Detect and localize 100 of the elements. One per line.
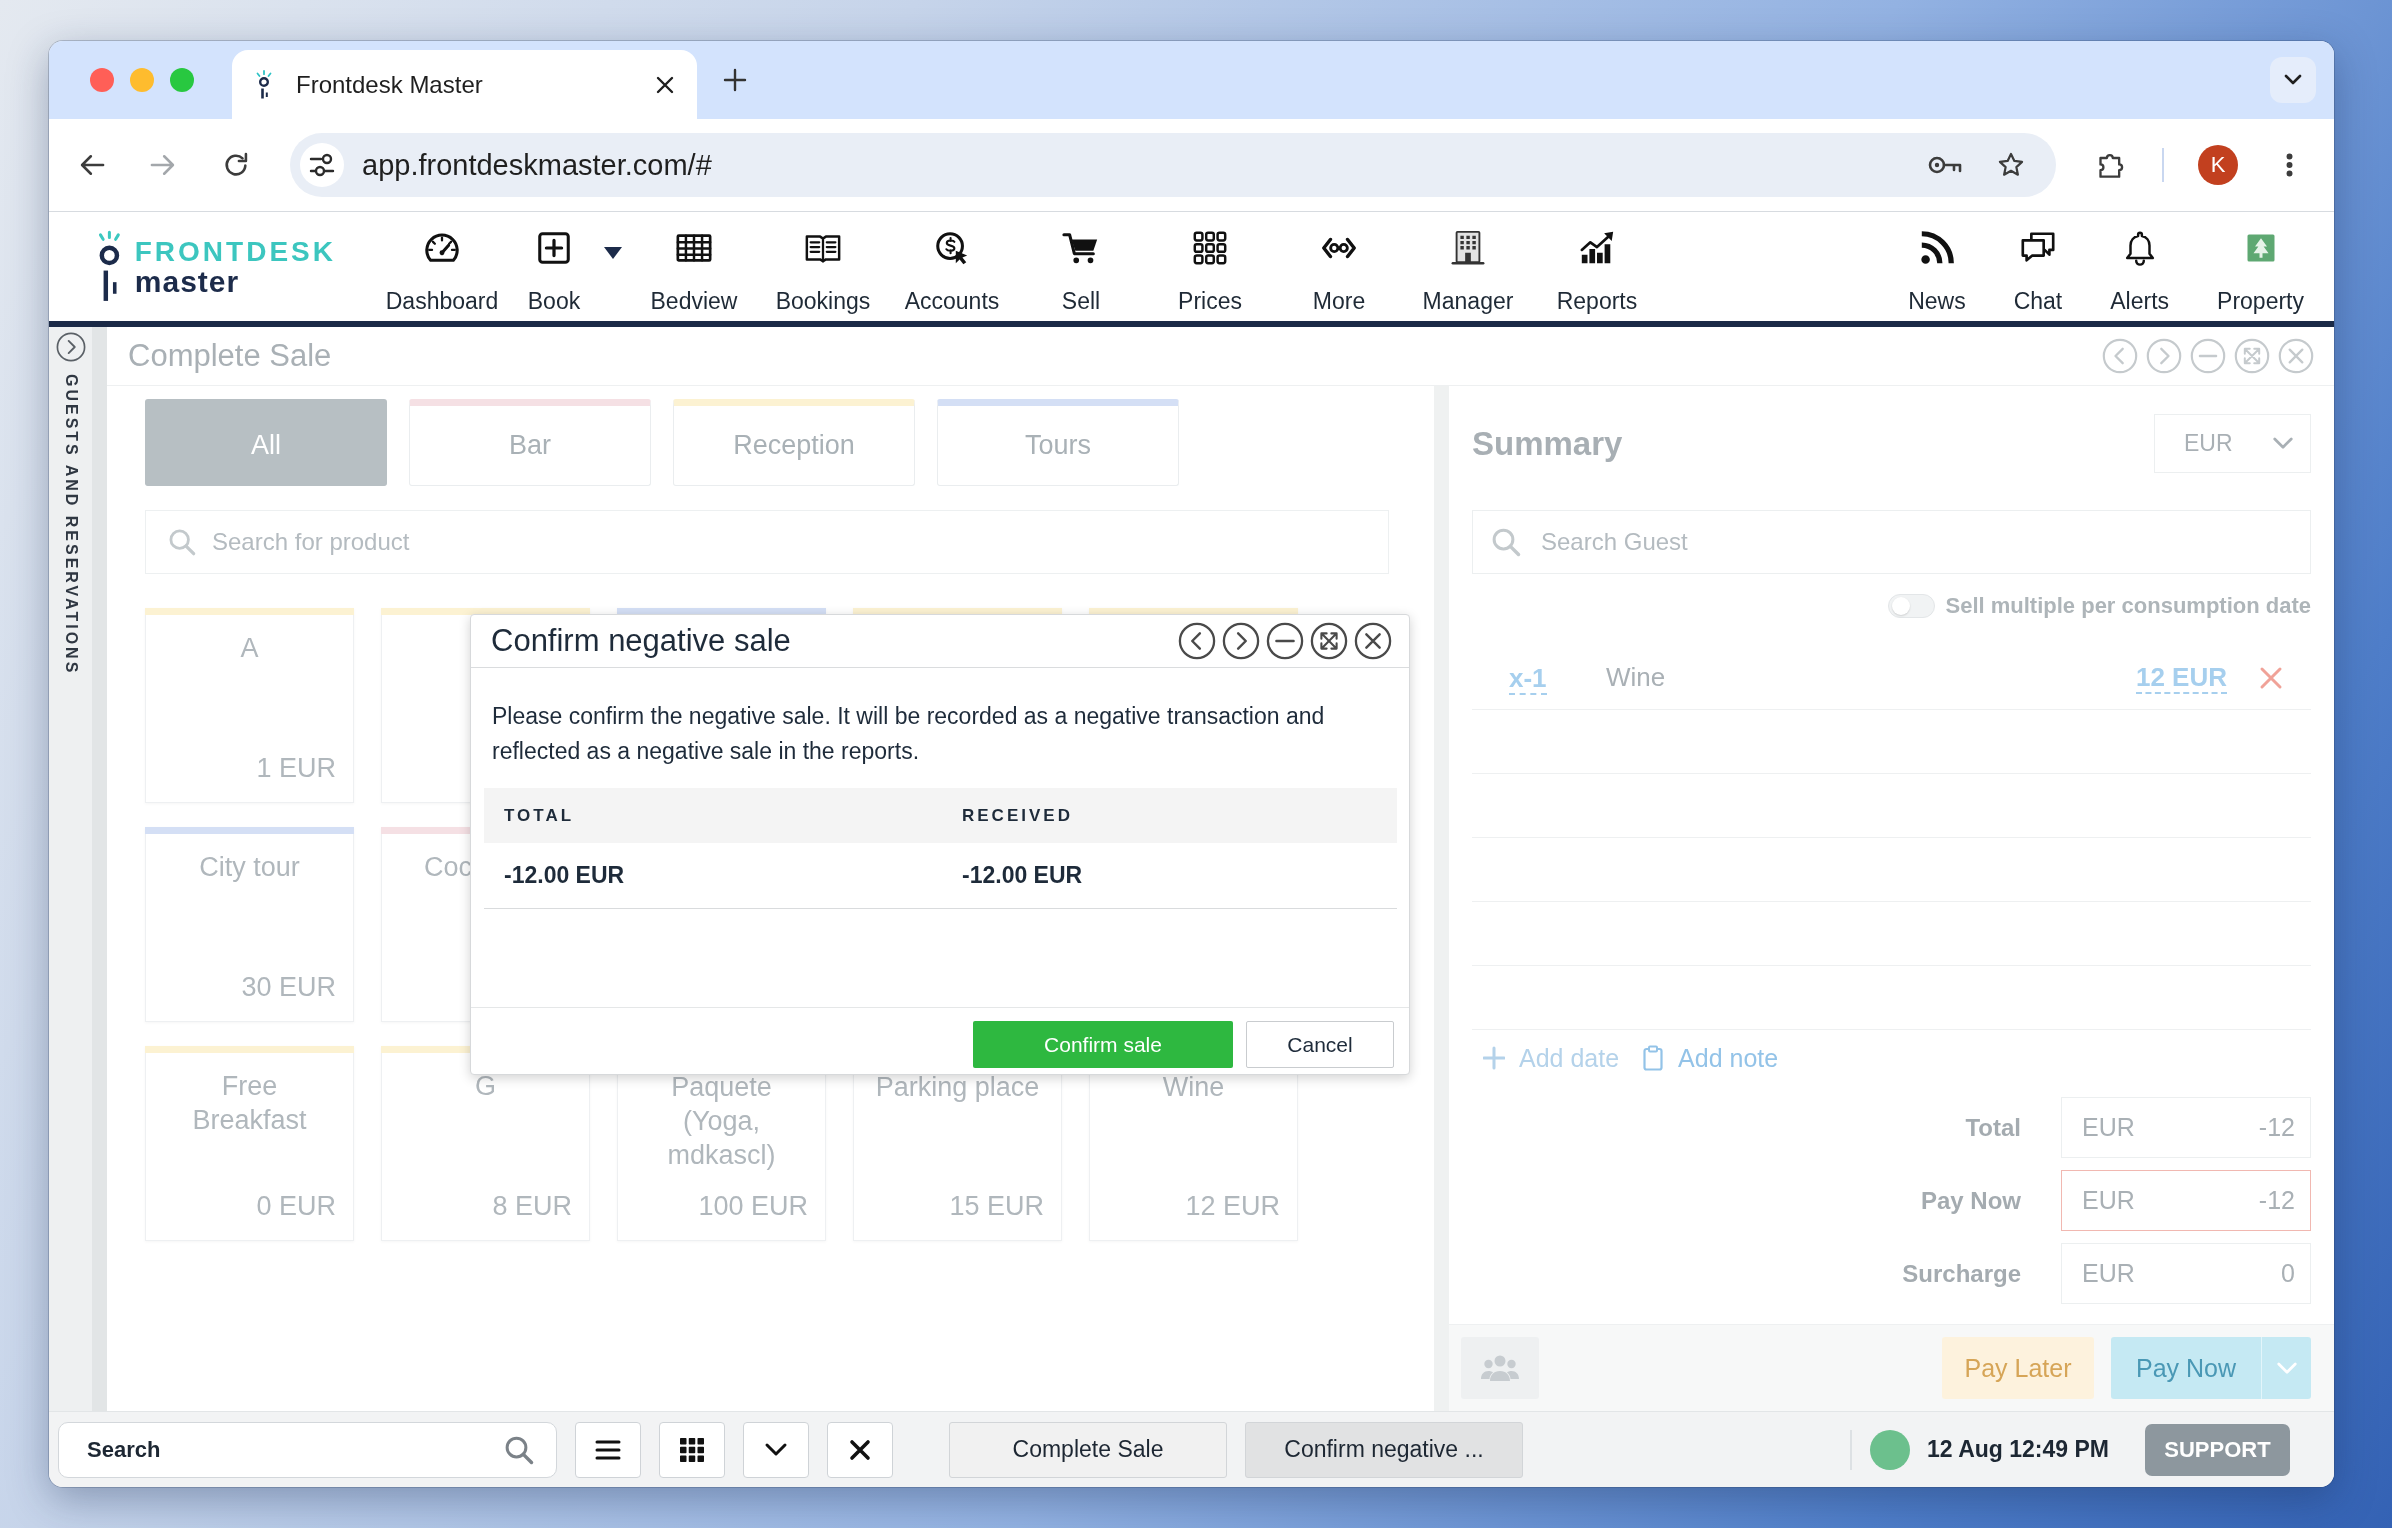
close-icon[interactable] [655,74,675,95]
amount-field[interactable]: EUR 0 [2061,1243,2311,1304]
product-card[interactable]: Free Breakfast 0 EUR [145,1046,354,1241]
nav-item[interactable]: Reports [1535,212,1659,321]
close-icon [849,1438,871,1461]
cancel-button[interactable]: Cancel [1246,1021,1394,1068]
item-name: Wine [1606,662,1666,693]
close-all-button[interactable] [827,1421,893,1478]
nav-item[interactable]: More [1277,212,1401,321]
nav-item[interactable]: Bookings [761,212,885,321]
toggle-label: Sell multiple per consumption date [1945,593,2311,619]
grid-view-button[interactable] [659,1421,725,1478]
product-name: Coc [424,851,472,884]
maximize-icon[interactable] [1310,622,1348,660]
logo-icon [254,69,274,100]
close-icon[interactable] [1354,622,1392,660]
category-tab[interactable]: All [145,399,387,486]
plus-square-icon [535,229,573,267]
dialog-message: Please confirm the negative sale. It will be recorded as a negative transaction and reflected as a negative sale in the reports. [491,702,1326,766]
collapse-button[interactable] [743,1421,809,1478]
quantity-link[interactable]: x-1 [1509,662,1547,695]
column-header: TOTAL [503,805,576,826]
category-tab[interactable]: Tours [937,399,1179,486]
key-icon[interactable] [1928,155,1962,175]
chevron-down-icon [2272,436,2294,451]
nav-item[interactable]: Manager [1406,212,1530,321]
search-field[interactable]: Search [58,1421,557,1478]
tab-search-button[interactable] [2270,57,2316,103]
profile-avatar[interactable]: K [2198,145,2238,185]
support-button[interactable]: SUPPORT [2145,1423,2290,1476]
product-price: 100 EUR [698,1190,808,1222]
category-tab[interactable]: Reception [673,399,915,486]
nav-item[interactable]: Dashboard [380,212,504,321]
nav-item[interactable]: Alerts [2086,212,2194,321]
address-bar[interactable]: app.frontdeskmaster.com/# [290,133,2056,197]
nav-item[interactable]: Bedview [632,212,756,321]
toggle-switch[interactable] [1887,594,1935,618]
nav-item[interactable]: News [1884,212,1990,321]
previous-icon[interactable] [1178,622,1216,660]
product-name: Parking place [875,1071,1040,1104]
amount-label: Pay Now [1920,1186,2021,1215]
pay-now-button[interactable]: Pay Now [2111,1337,2261,1399]
product-name: G [475,1070,496,1103]
brand-name: FRONTDESK [134,236,336,267]
site-settings-icon[interactable] [300,143,344,187]
price-link[interactable]: 12 EUR [2135,661,2227,694]
nav-item[interactable]: Accounts [890,212,1014,321]
panel-title: Complete Sale [128,338,332,374]
product-name: Paquete (Yoga, mdkascl) [666,1071,777,1172]
product-price: 12 EUR [1185,1190,1280,1222]
nav-item[interactable]: Sell [1019,212,1143,321]
search-icon [1491,527,1521,557]
product-card[interactable]: G 8 EUR [381,1046,590,1241]
menu-icon [595,1438,621,1461]
chevron-down-icon [2275,1360,2298,1376]
nav-item[interactable]: Chat [1989,212,2087,321]
product-price: 8 EUR [492,1190,572,1222]
confirm-button[interactable]: Confirm sale [973,1021,1233,1068]
amount-field[interactable]: EUR -12 [2061,1097,2311,1158]
product-name: Wine [1162,1071,1225,1104]
currency-select[interactable]: EUR [2154,414,2311,473]
product-price: 30 EUR [241,971,336,1003]
list-view-button[interactable] [575,1421,641,1478]
browser-tab[interactable]: Frontdesk Master [232,50,697,119]
nav-item[interactable]: Book [509,212,599,321]
pay-later-button[interactable]: Pay Later [1942,1337,2094,1399]
dialog-title: Confirm negative sale [491,623,791,659]
grid-icon [680,1437,704,1462]
search-icon [168,528,196,556]
nav-item[interactable]: Prices [1148,212,1272,321]
search-icon [504,1434,534,1465]
people-icon [1480,1354,1520,1382]
building-icon [1449,229,1487,267]
chevron-circle-icon[interactable] [55,332,86,362]
nav-item[interactable]: Property [2193,212,2328,321]
window-tab[interactable]: Complete Sale [949,1421,1227,1478]
date-time: 12 Aug 12:49 PM [1927,1436,2109,1463]
brand-tagline: master [134,266,241,297]
product-card[interactable]: A 1 EUR [145,608,354,803]
amount-field[interactable]: EUR -12 [2061,1170,2311,1231]
plus-icon[interactable] [723,68,747,92]
reload-icon[interactable] [222,151,250,179]
category-tab[interactable]: Bar [409,399,651,486]
search-field[interactable]: Search Guest [1472,510,2311,574]
window-tab[interactable]: Confirm negative ... [1245,1421,1523,1478]
product-name: City tour [199,851,300,884]
next-icon[interactable] [1222,622,1260,660]
product-name: Free Breakfast [191,1070,308,1137]
product-price: 1 EUR [256,752,336,784]
minimize-icon[interactable] [1266,622,1304,660]
search-field[interactable]: Search for product [145,510,1389,574]
product-card[interactable]: City tour 30 EUR [145,827,354,1022]
star-icon[interactable] [1997,151,2025,179]
kebab-menu-icon[interactable] [2286,153,2293,177]
sidebar-tab-label[interactable]: GUESTS AND RESERVATIONS [60,374,81,676]
tree-icon [2245,233,2276,263]
action-button[interactable]: Add note [1642,1043,1779,1073]
puzzle-icon[interactable] [2097,151,2125,179]
caret-down-icon[interactable] [603,246,623,260]
table-cell-text: -12.00 EUR [503,862,626,889]
